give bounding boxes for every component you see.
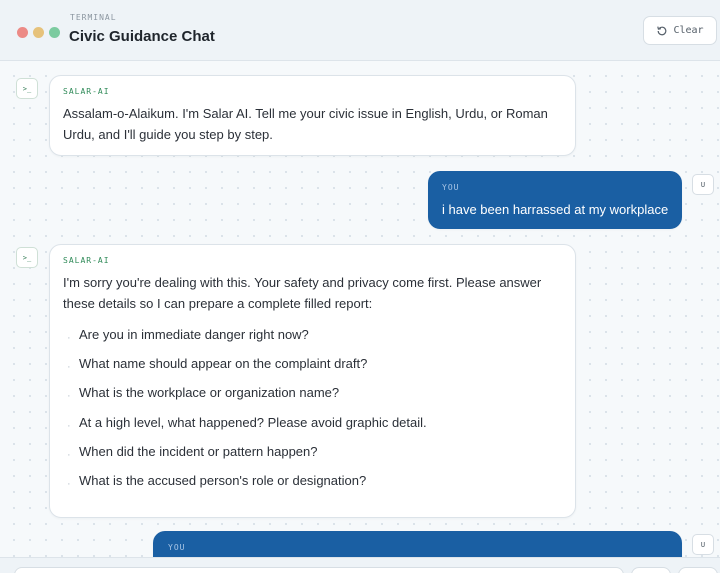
message-line: I'm sorry you're dealing with this. Your… <box>63 275 542 290</box>
close-window-dot[interactable] <box>17 27 28 38</box>
message-sender: YOU <box>168 543 186 552</box>
question-text: At a high level, what happened? Please a… <box>79 414 427 430</box>
maximize-window-dot[interactable] <box>49 27 60 38</box>
clear-button-label: Clear <box>673 25 704 36</box>
message-line: Assalam-o-Alaikum. I'm Salar AI. Tell me… <box>63 106 548 121</box>
list-item: · At a high level, what happened? Please … <box>67 414 427 432</box>
message-line: Urdu, and I'll guide you step by step. <box>63 127 273 142</box>
attach-button[interactable] <box>631 567 671 573</box>
message-sender: YOU <box>442 183 460 192</box>
clear-button[interactable]: Clear <box>643 16 717 45</box>
ai-avatar: >_ <box>16 78 38 99</box>
list-item: · Are you in immediate danger right now? <box>67 327 309 344</box>
user-avatar: U <box>692 174 714 195</box>
header-eyebrow: TERMINAL <box>70 13 117 22</box>
list-item: · When did the incident or pattern happen… <box>67 443 318 461</box>
message-sender: SALAR-AI <box>63 256 110 265</box>
chat-header: TERMINAL Civic Guidance Chat Clear <box>0 0 720 61</box>
message-line: these details so I can prepare a complet… <box>63 296 373 311</box>
question-list: · Are you in immediate danger right now? … <box>64 327 564 502</box>
message-sender: SALAR-AI <box>63 87 110 96</box>
question-text: What name should appear on the complaint… <box>79 356 368 372</box>
message-text: Assalam-o-Alaikum. I'm Salar AI. Tell me… <box>63 103 568 145</box>
refresh-icon <box>657 25 667 35</box>
window-controls <box>17 27 60 38</box>
list-item: · What is the accused person's role or de… <box>67 472 367 490</box>
page-title: Civic Guidance Chat <box>69 28 215 45</box>
question-text: What is the accused person's role or des… <box>79 472 367 488</box>
question-text: Are you in immediate danger right now? <box>79 327 309 342</box>
message-input[interactable] <box>14 567 624 573</box>
user-message: YOU i have been harrassed at my workplac… <box>428 171 682 229</box>
assistant-message: SALAR-AI I'm sorry you're dealing with t… <box>49 244 576 518</box>
list-item: · What name should appear on the complain… <box>67 356 368 374</box>
list-item: · What is the workplace or organization n… <box>67 385 340 403</box>
message-text: i have been harrassed at my workplace <box>442 202 669 217</box>
send-button[interactable] <box>678 567 718 573</box>
assistant-message: SALAR-AI Assalam-o-Alaikum. I'm Salar AI… <box>49 75 576 156</box>
chat-window: TERMINAL Civic Guidance Chat Clear >_ SA… <box>0 0 720 573</box>
question-text: When did the incident or pattern happen? <box>79 443 318 459</box>
ai-avatar: >_ <box>16 247 38 268</box>
composer-bar <box>0 557 720 573</box>
question-text: What is the workplace or organization na… <box>79 385 340 401</box>
minimize-window-dot[interactable] <box>33 27 44 38</box>
user-avatar: U <box>692 534 714 555</box>
message-text: I'm sorry you're dealing with this. Your… <box>63 272 568 314</box>
